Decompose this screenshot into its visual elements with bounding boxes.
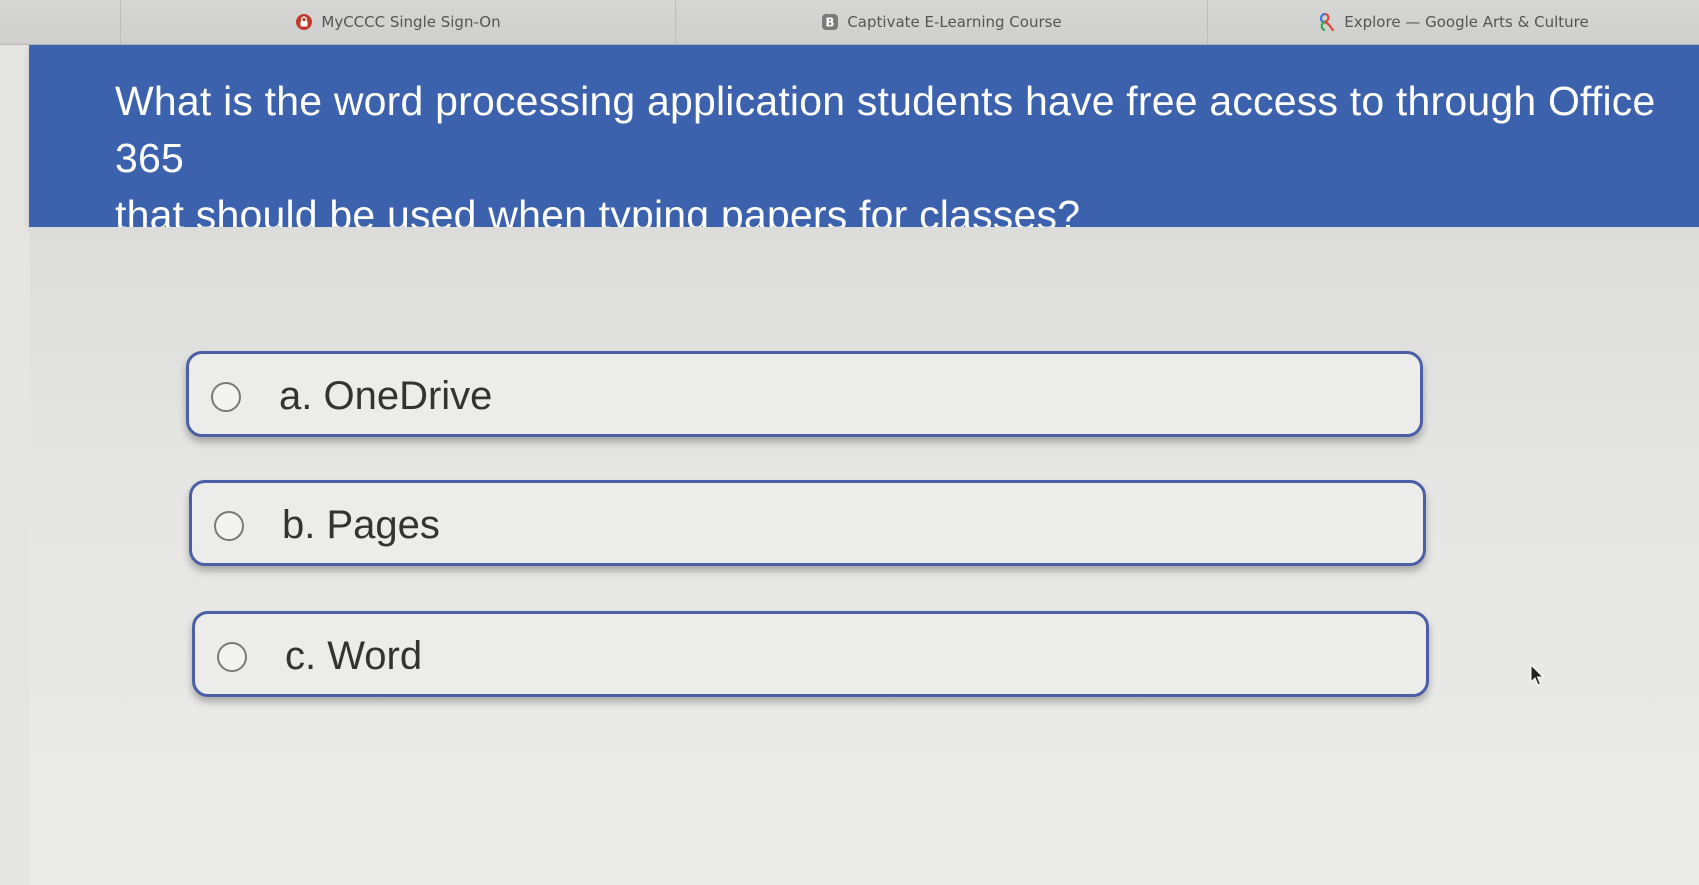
answer-option-b[interactable]: b. Pages [189, 480, 1426, 566]
radio-button[interactable] [217, 642, 247, 672]
tab-spacer [0, 0, 120, 44]
answer-list: a. OneDrive b. Pages c. Word [30, 227, 1699, 885]
answer-area: a. OneDrive b. Pages c. Word [30, 227, 1699, 885]
svg-text:B: B [826, 16, 835, 30]
answer-label: a. OneDrive [279, 374, 493, 418]
tab-label: Captivate E-Learning Course [847, 13, 1062, 31]
b-badge-icon: B [821, 13, 839, 31]
answer-label: b. Pages [282, 503, 440, 547]
answer-label: c. Word [285, 634, 423, 678]
left-gutter [0, 45, 30, 885]
answer-option-c[interactable]: c. Word [192, 611, 1429, 697]
answer-option-a[interactable]: a. OneDrive [186, 351, 1423, 437]
browser-tab-bar: MyCCCC Single Sign-On B Captivate E-Lear… [0, 0, 1699, 45]
question-text: What is the word processing application … [115, 78, 1656, 238]
radio-button[interactable] [211, 382, 241, 412]
tab-myccc-sso[interactable]: MyCCCC Single Sign-On [120, 0, 675, 44]
question-panel: What is the word processing application … [29, 45, 1699, 238]
lock-icon [295, 13, 313, 31]
mouse-pointer-icon [1530, 663, 1546, 688]
arts-culture-icon [1318, 12, 1336, 32]
radio-button[interactable] [214, 511, 244, 541]
tab-label: Explore — Google Arts & Culture [1344, 13, 1589, 31]
tab-captivate-course[interactable]: B Captivate E-Learning Course [675, 0, 1207, 44]
tab-label: MyCCCC Single Sign-On [321, 13, 501, 31]
tab-google-arts-culture[interactable]: Explore — Google Arts & Culture [1207, 0, 1699, 44]
